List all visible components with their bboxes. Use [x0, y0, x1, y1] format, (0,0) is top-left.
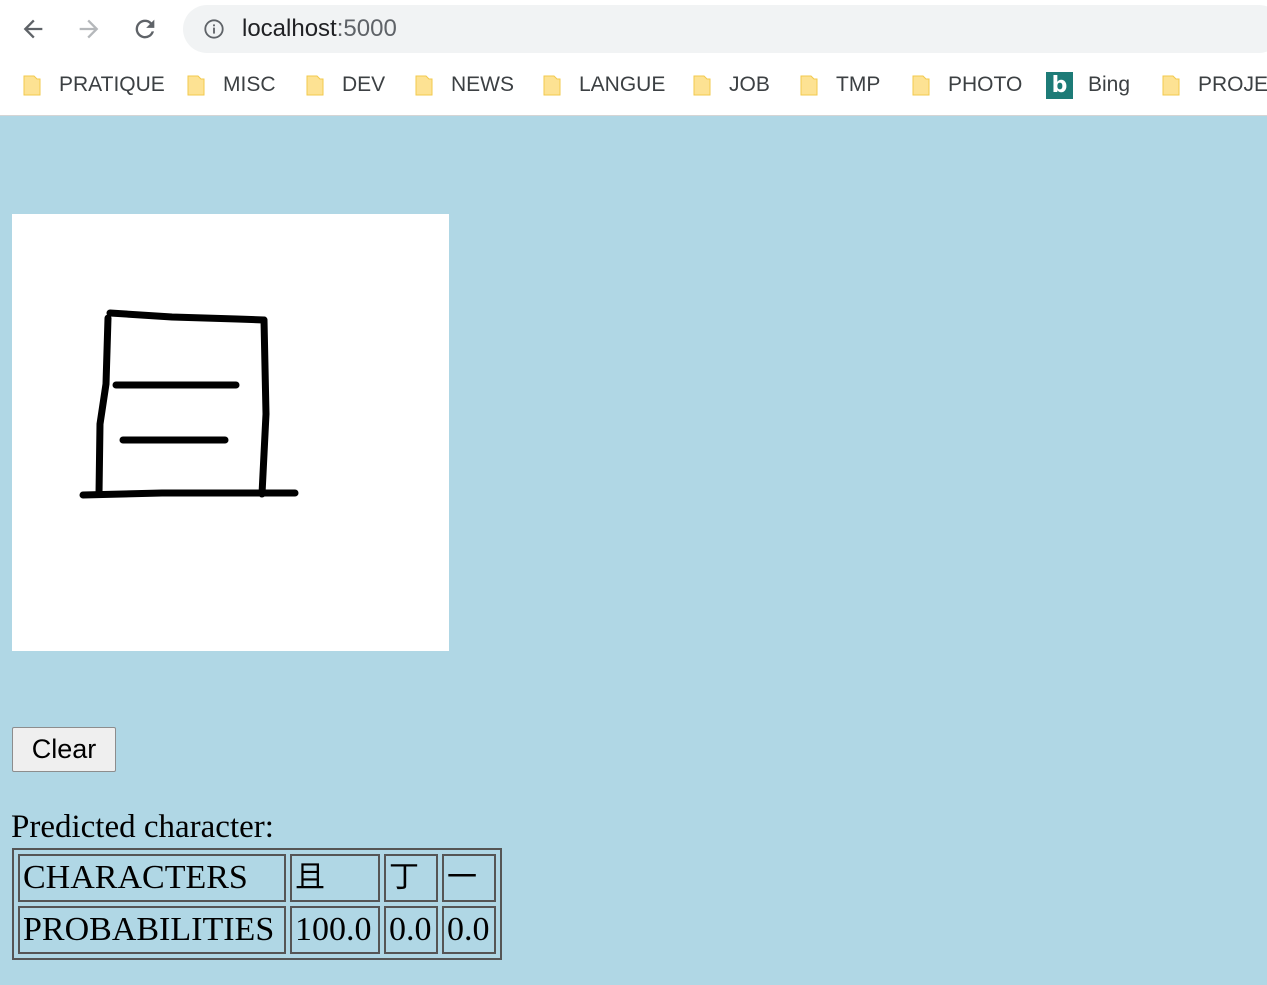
bookmark-label: PRATIQUE — [59, 73, 165, 96]
clear-button[interactable]: Clear — [12, 727, 116, 772]
table-row: CHARACTERS 且 丁 一 — [18, 854, 496, 902]
folder-icon — [23, 74, 41, 96]
bookmark-label: DEV — [342, 73, 386, 96]
folder-icon — [187, 74, 205, 96]
probability-cell: 100.0 — [290, 906, 380, 954]
bookmark-misc[interactable]: MISC — [187, 66, 276, 104]
probability-cell: 0.0 — [442, 906, 496, 954]
arrow-right-icon — [79, 19, 99, 39]
bookmark-langue[interactable]: LANGUE — [543, 66, 665, 104]
address-bar[interactable]: localhost:5000 — [183, 5, 1267, 53]
bookmark-label: NEWS — [451, 73, 514, 96]
bookmark-bing[interactable]: b Bing — [1046, 66, 1130, 104]
info-icon[interactable] — [203, 18, 225, 40]
table-row: PROBABILITIES 100.0 0.0 0.0 — [18, 906, 496, 954]
row-header-characters: CHARACTERS — [18, 854, 286, 902]
folder-icon — [415, 74, 433, 96]
predicted-character-label: Predicted character: — [11, 809, 274, 845]
bookmark-dev[interactable]: DEV — [306, 66, 385, 104]
browser-toolbar: localhost:5000 PRATIQUE MISC DEV NEWS LA… — [0, 0, 1267, 116]
bookmark-photo[interactable]: PHOTO — [912, 66, 1022, 104]
bookmark-label: PHOTO — [948, 73, 1023, 96]
bookmark-label: Bing — [1088, 73, 1131, 96]
prediction-table: CHARACTERS 且 丁 一 PROBABILITIES 100.0 0.0… — [12, 848, 502, 960]
handwritten-strokes — [79, 309, 299, 499]
folder-icon — [800, 74, 818, 96]
back-button[interactable] — [15, 12, 51, 46]
forward-button[interactable] — [71, 12, 107, 46]
bookmark-job[interactable]: JOB — [693, 66, 770, 104]
folder-icon — [912, 74, 930, 96]
folder-icon — [1162, 74, 1180, 96]
url-text: localhost:5000 — [242, 16, 397, 42]
bookmark-news[interactable]: NEWS — [415, 66, 514, 104]
row-header-probabilities: PROBABILITIES — [18, 906, 286, 954]
url-port: :5000 — [336, 15, 397, 42]
bookmark-tmp[interactable]: TMP — [800, 66, 880, 104]
folder-icon — [306, 74, 324, 96]
bookmark-label: LANGUE — [579, 73, 666, 96]
arrow-left-icon — [23, 19, 43, 39]
folder-icon — [543, 74, 561, 96]
character-cell: 且 — [290, 854, 380, 902]
folder-icon — [693, 74, 711, 96]
reload-button[interactable] — [127, 12, 163, 46]
probability-cell: 0.0 — [384, 906, 438, 954]
bookmark-label: JOB — [729, 73, 770, 96]
character-cell: 丁 — [384, 854, 438, 902]
bookmark-projec[interactable]: PROJEC — [1162, 66, 1267, 104]
url-host: localhost — [242, 15, 337, 42]
bookmark-label: PROJEC — [1198, 73, 1267, 96]
bing-icon: b — [1046, 71, 1073, 99]
bookmark-label: TMP — [836, 73, 881, 96]
bookmark-label: MISC — [223, 73, 276, 96]
bookmark-pratique[interactable]: PRATIQUE — [23, 66, 165, 104]
reload-icon — [135, 19, 155, 39]
drawing-canvas[interactable] — [12, 214, 449, 651]
bookmarks-bar: PRATIQUE MISC DEV NEWS LANGUE JOB TMP PH… — [0, 66, 1267, 104]
character-cell: 一 — [442, 854, 496, 902]
